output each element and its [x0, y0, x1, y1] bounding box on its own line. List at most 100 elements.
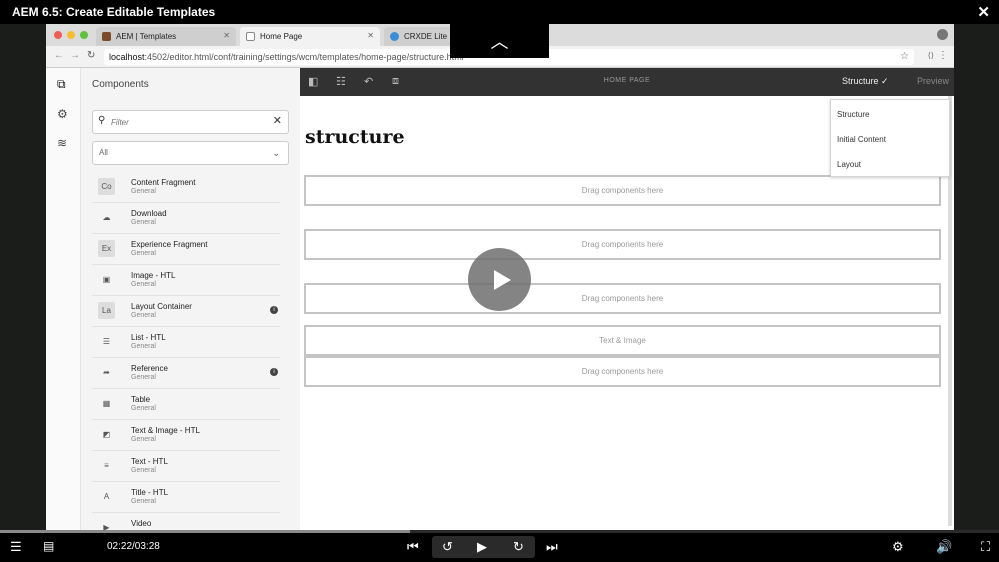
component-name: Experience Fragment	[131, 240, 208, 249]
mode-selector[interactable]: Structure ✓	[842, 76, 889, 87]
component-list-item[interactable]: ☁ Download General	[92, 203, 280, 234]
aem-favicon-icon	[102, 32, 111, 41]
back-icon[interactable]: ←	[54, 50, 64, 61]
forward-icon[interactable]: →	[70, 50, 80, 61]
component-group: General	[131, 374, 156, 381]
component-list-item[interactable]: La Layout Container General i	[92, 296, 280, 327]
content-tree-icon[interactable]: ≋	[57, 136, 67, 150]
image-icon: ▣	[102, 275, 111, 284]
tab-home-page[interactable]: Home Page ✕	[240, 27, 380, 46]
component-name: Download	[131, 209, 167, 218]
search-icon: ⚲	[98, 115, 106, 126]
mode-option-layout[interactable]: Layout	[837, 160, 861, 169]
component-list-item[interactable]: Ex Experience Fragment General	[92, 234, 280, 265]
close-window-icon[interactable]	[54, 31, 62, 39]
time-display: 02:22/03:28	[107, 541, 160, 552]
side-rail: ⧉ ⚙ ≋	[46, 68, 81, 530]
drop-zone[interactable]: Drag components here	[304, 229, 941, 260]
rewind-icon[interactable]: ↺	[442, 539, 453, 555]
video-player: AEM 6.5: Create Editable Templates ✕ AEM…	[0, 0, 999, 562]
mode-option-initial-content[interactable]: Initial Content	[837, 135, 886, 144]
component-group: General	[131, 467, 156, 474]
components-icon[interactable]: ⧉	[57, 77, 66, 92]
clear-icon[interactable]: ✕	[273, 114, 282, 127]
component-list-item[interactable]: ▦ Table General	[92, 389, 280, 420]
settings-gear-icon[interactable]: ⚙	[892, 539, 904, 555]
video-icon: ▶	[103, 523, 110, 530]
component-name: Video	[131, 519, 152, 528]
download-cloud-icon: ☁	[102, 213, 111, 222]
component-group: General	[131, 281, 156, 288]
minimize-window-icon[interactable]	[67, 31, 75, 39]
title-icon: A	[103, 492, 110, 501]
component-list-item[interactable]: ≡ Text - HTL General	[92, 451, 280, 482]
mode-option-structure[interactable]: Structure	[837, 110, 869, 119]
structure-heading: structure	[305, 126, 405, 148]
assets-icon[interactable]: ⚙	[57, 107, 68, 121]
component-name: Text - HTL	[131, 457, 168, 466]
component-name: Text & Image - HTL	[131, 426, 200, 435]
component-name: Reference	[131, 364, 168, 373]
component-name: Image - HTL	[131, 271, 176, 280]
mode-dropdown: Structure Initial Content Layout	[830, 99, 950, 177]
component-list-item[interactable]: ◩ Text & Image - HTL General	[92, 420, 280, 451]
close-tab-icon[interactable]: ✕	[367, 31, 374, 40]
transcript-icon[interactable]: ▤	[43, 539, 54, 553]
content-fragment-icon: Co	[98, 178, 115, 195]
table-icon: ▦	[102, 399, 111, 408]
info-icon[interactable]: i	[270, 306, 278, 314]
component-group: General	[131, 498, 156, 505]
list-icon: ☰	[102, 337, 111, 346]
close-tab-icon[interactable]: ✕	[223, 31, 230, 40]
close-icon[interactable]: ✕	[977, 3, 990, 21]
component-name: List - HTL	[131, 333, 166, 342]
info-icon[interactable]: i	[270, 368, 278, 376]
filter-field: ⚲ ✕	[92, 110, 289, 134]
previous-icon[interactable]: ⏮	[407, 539, 419, 555]
play-overlay-button[interactable]	[468, 248, 531, 311]
component-list-item[interactable]: ▣ Image - HTL General	[92, 265, 280, 296]
layout-container-icon: La	[98, 302, 115, 319]
browser-menu-icon[interactable]: ⋮	[938, 50, 948, 61]
component-list: Co Content Fragment General ☁ Download Genera…	[92, 172, 280, 530]
reference-icon: ➦	[103, 368, 110, 377]
volume-icon[interactable]: 🔊	[936, 539, 952, 555]
text-image-component[interactable]: Text & Image	[304, 325, 941, 356]
drop-zone[interactable]: Drag components here	[304, 175, 941, 206]
component-group: General	[131, 188, 156, 195]
player-controls: ☰ ▤ 02:22/03:28 ⏮ ↺ ▶ ↻ ⏭ ⚙ 🔊 ⛶	[0, 533, 999, 562]
text-icon: ≡	[104, 461, 109, 470]
component-group: General	[131, 219, 156, 226]
component-list-item[interactable]: ➦ Reference General i	[92, 358, 280, 389]
fullscreen-icon[interactable]: ⛶	[981, 539, 990, 555]
chapters-list-icon[interactable]: ☰	[10, 539, 22, 555]
component-group: General	[131, 436, 156, 443]
component-group: General	[131, 250, 156, 257]
bookmark-star-icon[interactable]: ☆	[900, 51, 909, 62]
video-title: AEM 6.5: Create Editable Templates	[12, 5, 216, 19]
drop-zone[interactable]: Drag components here	[304, 356, 941, 387]
page-favicon-icon	[246, 32, 255, 41]
preview-button[interactable]: Preview	[917, 76, 949, 86]
component-list-item[interactable]: ☰ List - HTL General	[92, 327, 280, 358]
chevron-up-icon: ︿	[490, 32, 509, 52]
component-list-item[interactable]: ▶ Video	[92, 513, 280, 530]
filter-input[interactable]	[111, 115, 261, 129]
component-group: General	[131, 343, 156, 350]
next-icon[interactable]: ⏭	[546, 539, 558, 555]
collapse-overlay-button[interactable]: ︿	[450, 24, 549, 58]
player-top-bar: AEM 6.5: Create Editable Templates ✕	[0, 0, 999, 24]
drop-zone[interactable]: Drag components here	[304, 283, 941, 314]
component-name: Layout Container	[131, 302, 192, 311]
play-icon[interactable]: ▶	[477, 539, 487, 555]
component-list-item[interactable]: Co Content Fragment General	[92, 172, 280, 203]
component-list-item[interactable]: A Title - HTL General	[92, 482, 280, 513]
extension-icon[interactable]: ⟨⟩	[928, 51, 934, 60]
forward-skip-icon[interactable]: ↻	[513, 539, 524, 555]
maximize-window-icon[interactable]	[80, 31, 88, 39]
tab-aem-templates[interactable]: AEM | Templates ✕	[96, 27, 236, 46]
group-select[interactable]: All ⌄	[92, 141, 289, 165]
profile-icon[interactable]	[937, 29, 948, 40]
panel-title: Components	[92, 79, 149, 90]
reload-icon[interactable]: ↻	[87, 50, 95, 61]
